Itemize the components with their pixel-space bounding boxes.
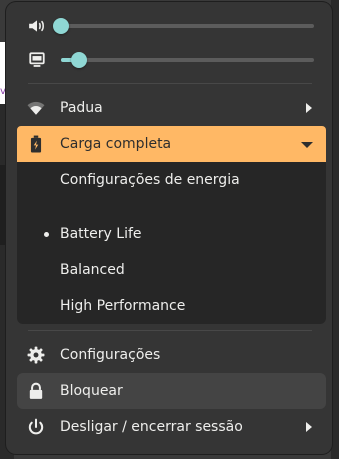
volume-slider[interactable]: [53, 18, 314, 34]
power-mode-item-battery-life[interactable]: Battery Life: [17, 216, 326, 252]
settings-label: Configurações: [60, 347, 161, 363]
power-icon: [28, 418, 44, 435]
wifi-menu-item[interactable]: Padua: [17, 90, 326, 126]
power-mode-label: Battery Life: [60, 226, 142, 242]
power-settings-label: Configurações de energia: [60, 172, 240, 188]
power-settings-item[interactable]: Configurações de energia: [17, 162, 326, 198]
brightness-slider-handle[interactable]: [70, 52, 87, 68]
chevron-down-icon: [301, 142, 313, 148]
speaker-volume-icon[interactable]: [28, 17, 46, 35]
wifi-icon: [27, 101, 45, 115]
wifi-label: Padua: [60, 100, 103, 116]
separator: [28, 83, 312, 84]
power-mode-item-balanced[interactable]: Balanced: [17, 252, 326, 288]
system-menu: Padua Carga completa Configurações de en…: [6, 2, 332, 454]
lock-menu-item[interactable]: Bloquear: [17, 373, 326, 409]
power-off-label: Desligar / encerrar sessão: [60, 419, 243, 435]
gear-icon: [27, 346, 45, 364]
power-mode-label: Balanced: [60, 262, 125, 278]
battery-menu-item[interactable]: Carga completa: [17, 126, 326, 162]
brightness-slider-row: [6, 42, 332, 78]
battery-full-icon: [30, 135, 42, 153]
background-edge: [331, 0, 339, 459]
volume-slider-row: [6, 8, 332, 44]
battery-status-label: Carga completa: [60, 136, 172, 152]
selected-dot-icon: [44, 232, 49, 237]
power-off-menu-item[interactable]: Desligar / encerrar sessão: [17, 409, 326, 445]
chevron-right-icon: [306, 422, 312, 432]
chevron-right-icon: [306, 103, 312, 113]
brightness-slider[interactable]: [61, 52, 314, 68]
lock-label: Bloquear: [60, 383, 123, 399]
power-mode-label: High Performance: [60, 298, 186, 314]
separator: [28, 330, 312, 331]
battery-submenu: Configurações de energia Battery Life Ba…: [17, 162, 326, 324]
power-mode-item-high-performance[interactable]: High Performance: [17, 288, 326, 324]
settings-menu-item[interactable]: Configurações: [17, 337, 326, 373]
lock-icon: [29, 382, 43, 399]
display-brightness-icon[interactable]: [28, 51, 46, 69]
volume-slider-handle[interactable]: [53, 18, 69, 34]
